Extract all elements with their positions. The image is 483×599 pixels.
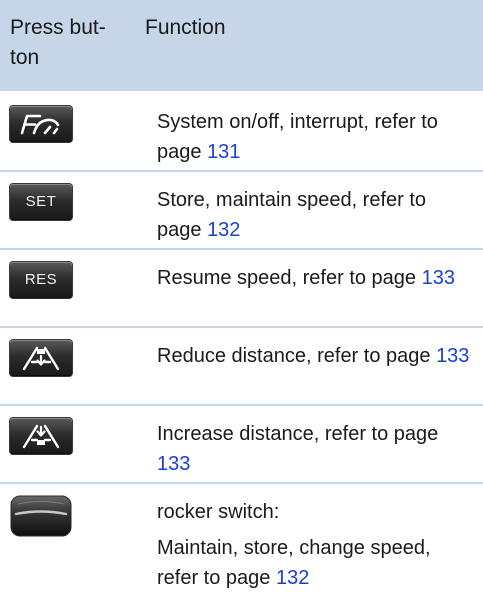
function-description: Reduce distance, refer to page [157,345,437,367]
function-description: System on/off, interrupt, refer to page [157,111,438,163]
page-link[interactable]: 133 [436,345,469,367]
page-link[interactable]: 131 [207,141,240,163]
header-function: Function [145,16,226,39]
table-row: Increase distance, refer to page 133 [0,406,483,484]
function-description: Store, maintain speed, refer to page [157,189,427,241]
rocker-switch-icon [10,494,72,538]
function-text: rocker switch: Maintain, store, change s… [157,497,475,599]
function-table: Press but- ton Function System on/off, i… [0,0,483,589]
increase-distance-icon [10,418,72,454]
set-button: SET [10,184,72,220]
res-button: RES [10,262,72,298]
table-header: Press but- ton Function [0,0,483,94]
function-text: System on/off, interrupt, refer to page … [157,107,475,167]
function-text: Reduce distance, refer to page 133 [157,341,475,371]
reduce-distance-icon [10,340,72,376]
button-cell [10,106,72,142]
table-row: RES Resume speed, refer to page 133 [0,250,483,328]
function-text: Increase distance, refer to page 133 [157,419,475,479]
header-press-button-line2: ton [10,46,40,69]
page-link[interactable]: 133 [422,267,455,289]
button-cell [10,418,72,454]
function-text: Store, maintain speed, refer to page 132 [157,185,475,245]
function-text: Resume speed, refer to page 133 [157,263,475,293]
table-row: SET Store, maintain speed, refer to page… [0,172,483,250]
button-cell: RES [10,262,72,298]
cruise-control-icon [10,106,72,142]
page-link[interactable]: 133 [157,453,190,475]
button-cell: SET [10,184,72,220]
rocker-switch-title: rocker switch: [157,501,280,523]
header-press-button: Press but- ton [10,13,130,73]
table-row: rocker switch: Maintain, store, change s… [0,484,483,589]
function-description: Resume speed, refer to page [157,267,422,289]
button-cell [10,495,72,537]
function-description: Increase distance, refer to page [157,423,439,445]
button-cell [10,340,72,376]
page-link[interactable]: 132 [207,219,240,241]
table-row: Reduce distance, refer to page 133 [0,328,483,406]
table-row: System on/off, interrupt, refer to page … [0,94,483,172]
page-link[interactable]: 132 [276,567,309,589]
header-press-button-line1: Press but- [10,16,106,39]
